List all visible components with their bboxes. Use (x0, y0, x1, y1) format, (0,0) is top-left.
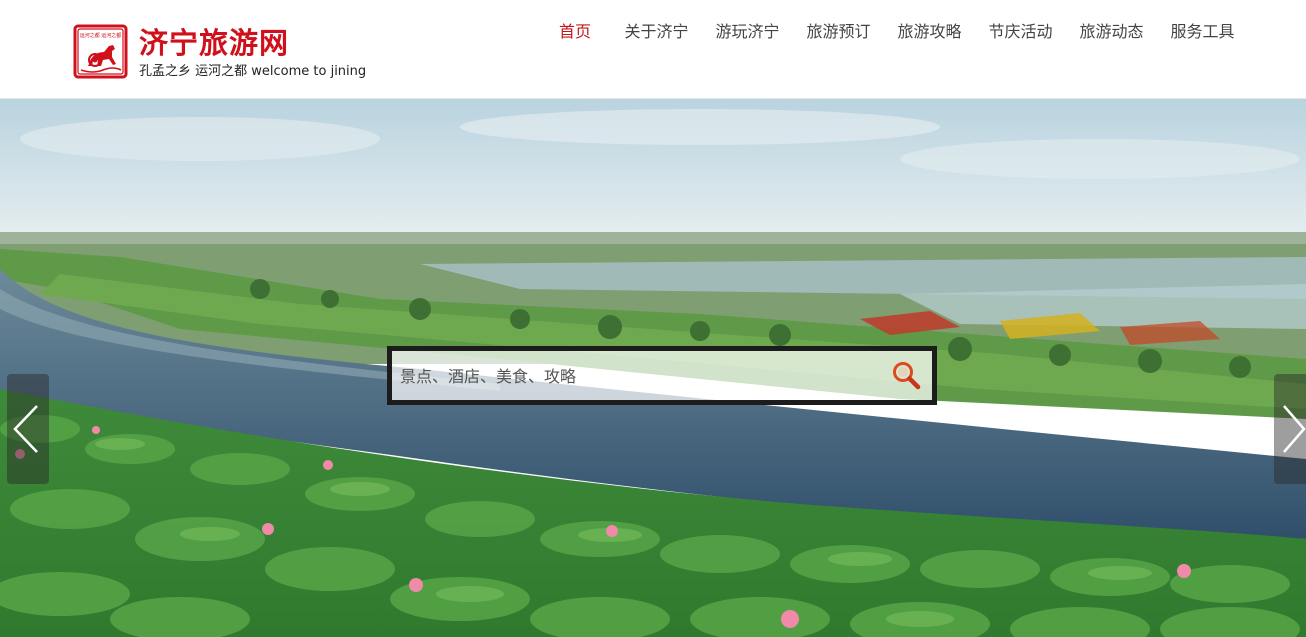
nav-item-play[interactable]: 游玩济宁 (702, 19, 793, 45)
main-nav: 首页 关于济宁 游玩济宁 旅游预订 旅游攻略 节庆活动 旅游动态 服务工具 (539, 19, 1248, 45)
chevron-left-icon (13, 405, 38, 453)
nav-item-home[interactable]: 首页 (539, 19, 611, 45)
nav-item-booking[interactable]: 旅游预订 (793, 19, 884, 45)
banner-next-button[interactable] (1274, 374, 1306, 484)
site-header: 运河之都 运河之都 济宁旅游网 孔孟之乡 运河之都 welcome to jin… (0, 0, 1306, 99)
nav-item-guides[interactable]: 旅游攻略 (884, 19, 975, 45)
site-slogan: 孔孟之乡 运河之都 welcome to jining (139, 64, 367, 79)
search-button[interactable] (890, 359, 924, 393)
site-title: 济宁旅游网 (139, 26, 290, 60)
nav-item-festivals[interactable]: 节庆活动 (975, 19, 1066, 45)
chevron-right-icon (1283, 405, 1306, 453)
nav-item-about[interactable]: 关于济宁 (611, 19, 702, 45)
logo-seal-icon: 运河之都 运河之都 (73, 24, 128, 79)
svg-text:运河之都 运河之都: 运河之都 运河之都 (80, 32, 122, 39)
banner-prev-button[interactable] (7, 374, 49, 484)
search-input[interactable] (400, 359, 870, 393)
nav-item-tools[interactable]: 服务工具 (1157, 19, 1248, 45)
search-box (387, 346, 937, 405)
nav-item-news[interactable]: 旅游动态 (1066, 19, 1157, 45)
search-icon (893, 362, 921, 390)
